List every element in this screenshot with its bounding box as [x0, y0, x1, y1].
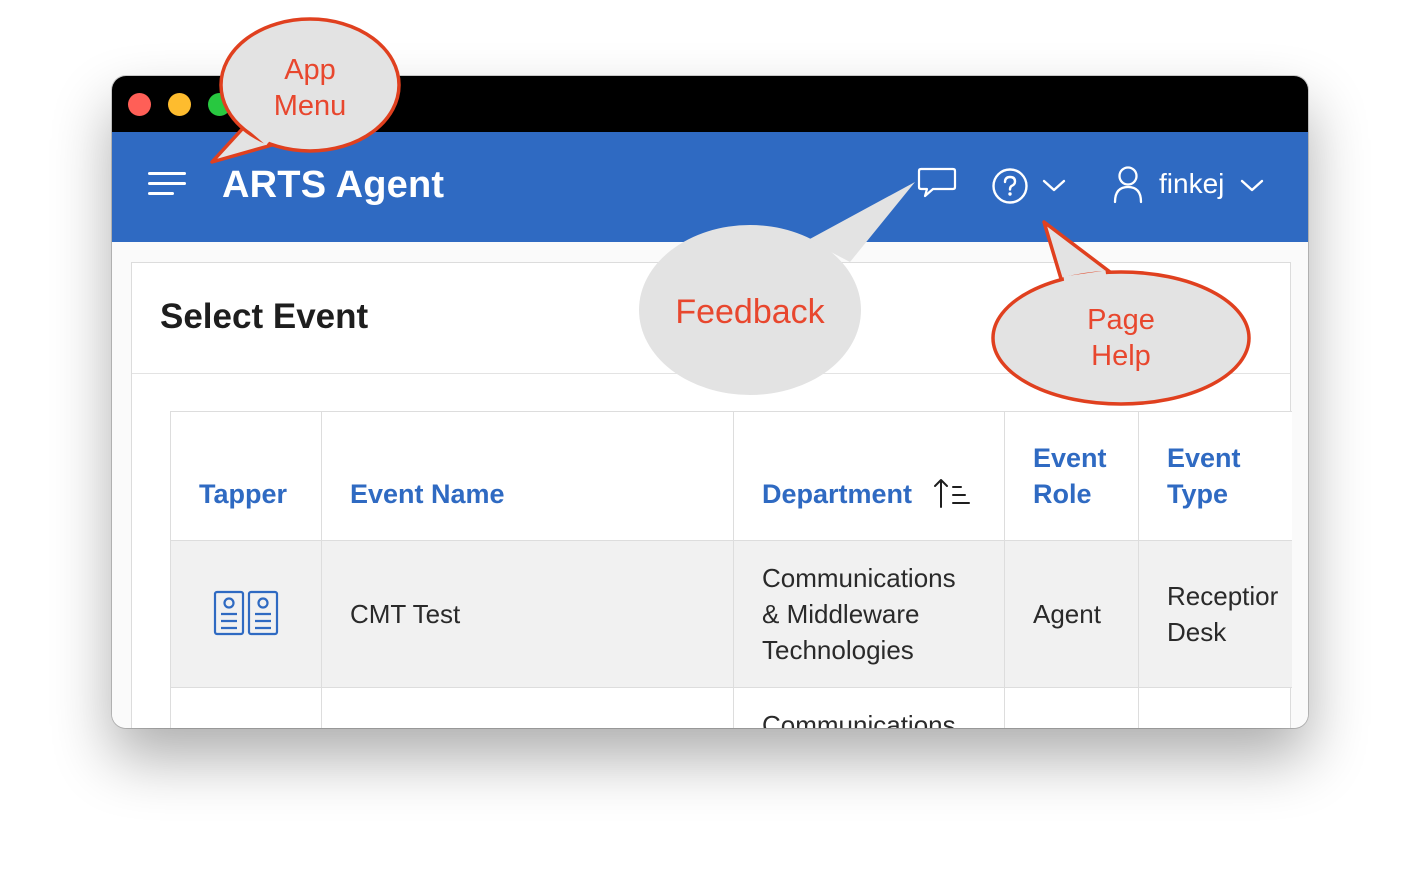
feedback-callout-label: Feedback	[675, 293, 825, 331]
callout-shapes	[210, 17, 1251, 406]
page-help-callout-label: Page Help	[1087, 304, 1155, 372]
app-menu-callout-label: App Menu	[273, 54, 347, 122]
feedback-callout-balloon	[639, 182, 915, 395]
